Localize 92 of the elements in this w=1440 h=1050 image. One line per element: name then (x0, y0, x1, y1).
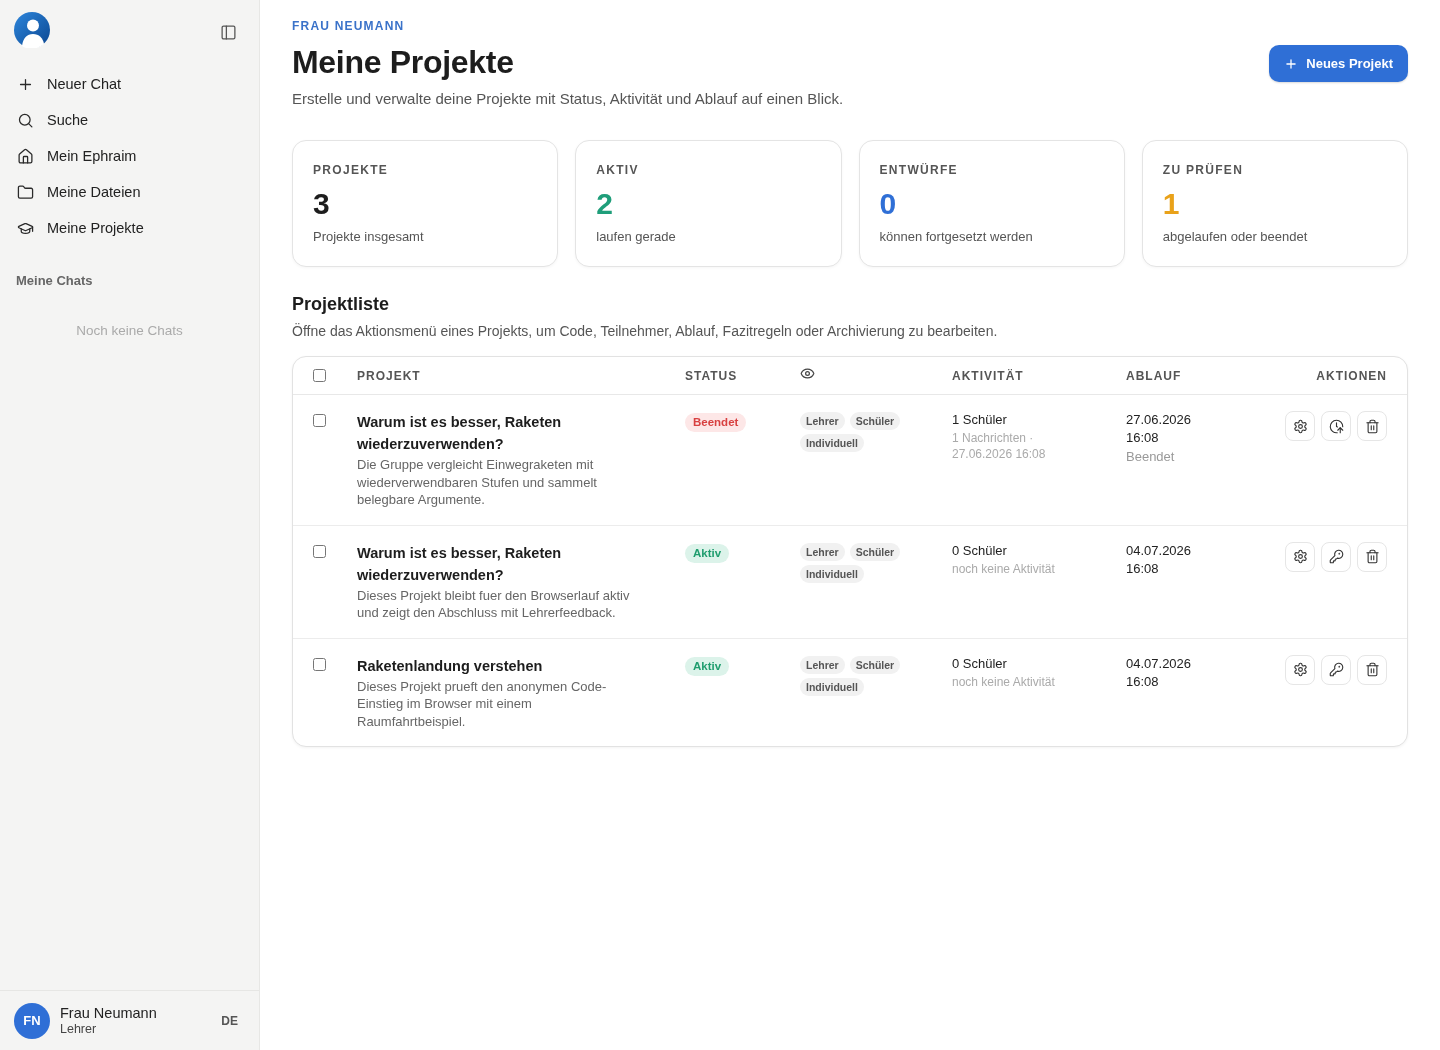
section-description: Öffne das Aktionsmenü eines Projekts, um Code, Teilnehmer, Ablauf, Fazitregeln oder Archivierung zu bearbeiten. (292, 322, 999, 341)
gear-icon (1292, 418, 1308, 434)
search-icon (17, 111, 34, 129)
project-description: Dieses Projekt prueft den anonymen Code-Einstieg im Browser mit einem Raumfahrtbeispiel. (357, 677, 608, 730)
delete-button[interactable] (1357, 411, 1387, 441)
status-badge: Aktiv (685, 543, 730, 563)
project-title[interactable]: Warum ist es besser, Raketen wiederzuverwenden? (357, 411, 642, 455)
delete-button[interactable] (1357, 541, 1387, 572)
clock-arrow-icon (1328, 418, 1344, 434)
visibility-tag: Lehrer (800, 412, 845, 430)
access-button[interactable] (1321, 541, 1351, 572)
settings-button[interactable] (1285, 411, 1315, 441)
plus-icon (1284, 56, 1299, 71)
nav-item[interactable]: Meine Projekte (8, 210, 251, 246)
page-subtitle: Erstelle und verwalte deine Projekte mit Status, Aktivität und Ablauf auf einen Blick. (292, 89, 844, 109)
visibility-tag: Individuell (800, 434, 864, 452)
stat-value: 1 (1162, 186, 1180, 222)
column-header: ABLAUF (1126, 368, 1183, 383)
stat-label: PROJEKTE (313, 162, 389, 178)
logo-icon (14, 12, 50, 48)
user-avatar[interactable]: FN (14, 1002, 50, 1039)
status-badge: Beendet (685, 413, 747, 432)
stat-caption: laufen gerade (596, 228, 676, 246)
expiry-date: 04.07.2026 16:08 (1126, 654, 1193, 691)
user-name: Frau Neumann (60, 1004, 158, 1022)
nav-item[interactable]: Meine Dateien (8, 174, 251, 210)
expiry-date: 04.07.2026 16:08 (1126, 541, 1193, 578)
stat-value: 2 (596, 186, 613, 222)
project-title[interactable]: Warum ist es besser, Raketen wiederzuverwenden? (357, 541, 642, 586)
visibility-tag: Schüler (849, 412, 901, 430)
activity-count: 0 Schüler (952, 654, 1008, 673)
stat-label: ZU PRÜFEN (1162, 162, 1244, 178)
project-description: Die Gruppe vergleicht Einwegraketen mit wiederverwendbaren Stufen und sammelt belegbare Argumente. (357, 456, 598, 509)
activity-count: 0 Schüler (952, 541, 1008, 560)
stat-value: 3 (313, 186, 330, 222)
project-title[interactable]: Raketenlandung verstehen (357, 654, 642, 677)
stat-caption: Projekte insgesamt (313, 228, 424, 246)
eye-icon (800, 366, 815, 381)
nav-item[interactable]: Mein Ephraim (8, 138, 251, 174)
gear-icon (1292, 662, 1308, 677)
project-description: Dieses Projekt bleibt fuer den Browserlauf aktiv und zeigt den Abschluss mit Lehrerfeedback. (357, 586, 631, 622)
language-code: DE (221, 1013, 238, 1028)
column-header: STATUS (685, 368, 739, 383)
sidebar-toggle-button[interactable] (220, 23, 237, 41)
trash-icon (1364, 418, 1380, 434)
row-checkbox[interactable] (313, 544, 326, 558)
visibility-tag: Individuell (800, 677, 864, 696)
stat-caption: abgelaufen oder beendet (1162, 228, 1308, 246)
activity-detail: noch keine Aktivität (952, 673, 1056, 690)
stat-value: 0 (879, 186, 897, 222)
reopen-button[interactable] (1321, 411, 1351, 441)
visibility-tag: Individuell (800, 564, 864, 583)
expiry-note: Beendet (1126, 448, 1175, 465)
key-icon (1328, 549, 1344, 564)
visibility-tag: Schüler (849, 542, 901, 561)
stat-caption: können fortgesetzt werden (879, 228, 1033, 246)
visibility-tag: Lehrer (800, 542, 845, 561)
visibility-tag: Lehrer (800, 655, 845, 674)
settings-button[interactable] (1285, 541, 1315, 572)
page-eyebrow: FRAU NEUMANN (292, 18, 406, 34)
visibility-tag: Schüler (849, 655, 901, 674)
settings-button[interactable] (1285, 654, 1315, 685)
trash-icon (1364, 549, 1380, 564)
page-title: Meine Projekte (292, 43, 515, 82)
row-checkbox[interactable] (313, 414, 326, 427)
select-all-checkbox[interactable] (313, 369, 326, 382)
trash-icon (1364, 662, 1380, 677)
new-project-button[interactable]: Neues Projekt (1269, 45, 1408, 82)
expiry-date: 27.06.2026 16:08 (1126, 411, 1193, 447)
access-button[interactable] (1321, 654, 1351, 685)
nav-item[interactable]: Neuer Chat (8, 66, 251, 102)
row-checkbox[interactable] (313, 657, 326, 671)
stat-label: ENTWÜRFE (879, 162, 958, 178)
user-role: Lehrer (60, 1021, 98, 1037)
empty-state-text: Noch keine Chats (75, 322, 184, 340)
delete-button[interactable] (1357, 654, 1387, 685)
status-badge: Aktiv (685, 656, 730, 676)
activity-detail: noch keine Aktivität (952, 560, 1056, 577)
column-header: AKTIVITÄT (952, 368, 1025, 383)
activity-count: 1 Schüler (952, 411, 1008, 429)
key-icon (1328, 662, 1344, 677)
activity-detail: 1 Nachrichten · 27.06.2026 16:08 (952, 430, 1047, 462)
stat-label: AKTIV (596, 162, 639, 178)
nav-item[interactable]: Suche (8, 102, 251, 138)
section-title: Projektliste (292, 293, 391, 316)
panel-icon (220, 23, 237, 41)
column-header: PROJEKT (357, 368, 422, 383)
home-icon (17, 147, 34, 165)
column-header: AKTIONEN (1316, 368, 1387, 383)
section-heading: Meine Chats (15, 272, 94, 290)
folder-icon (17, 183, 34, 201)
gear-icon (1292, 549, 1308, 564)
